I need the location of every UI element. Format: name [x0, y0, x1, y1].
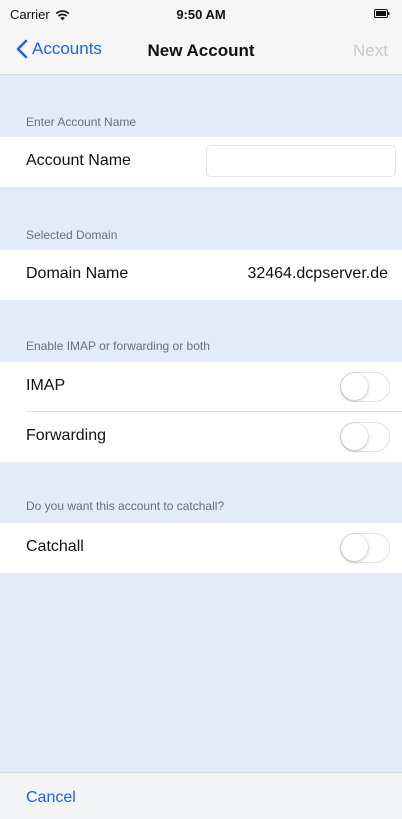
account-name-input[interactable] — [206, 145, 396, 177]
account-name-label: Account Name — [26, 152, 131, 169]
account-name-row: Account Name — [0, 137, 402, 187]
imap-row: IMAP — [0, 362, 402, 412]
status-time: 9:50 AM — [176, 7, 226, 22]
catchall-label: Catchall — [26, 538, 84, 555]
forwarding-row: Forwarding — [0, 412, 402, 462]
domain-name-label: Domain Name — [26, 265, 129, 282]
domain-name-row: Domain Name 32464.dcpserver.de — [0, 250, 402, 300]
status-bar: Carrier 9:50 AM — [0, 0, 402, 28]
section-header-imap-forwarding: Enable IMAP or forwarding or both — [26, 339, 210, 353]
domain-name-value: 32464.dcpserver.de — [247, 265, 388, 282]
section-header-catchall: Do you want this account to catchall? — [26, 499, 225, 513]
forwarding-toggle-knob — [341, 423, 368, 450]
catchall-toggle-knob — [341, 534, 368, 561]
page-title: New Account — [147, 41, 255, 60]
section-header-domain: Selected Domain — [26, 228, 118, 242]
imap-toggle-knob — [341, 373, 368, 400]
navigation-bar: Accounts New Account Next — [0, 28, 402, 75]
section-header-account: Enter Account Name — [26, 115, 137, 129]
cancel-button[interactable]: Cancel — [26, 789, 76, 807]
catchall-toggle[interactable] — [340, 533, 390, 563]
forwarding-label: Forwarding — [26, 427, 107, 444]
catchall-row: Catchall — [0, 523, 402, 573]
battery-icon — [374, 9, 390, 18]
bottom-toolbar: Cancel — [0, 772, 402, 819]
next-button[interactable]: Next — [353, 41, 388, 61]
forwarding-toggle[interactable] — [340, 422, 390, 452]
imap-toggle[interactable] — [340, 372, 390, 402]
imap-label: IMAP — [26, 377, 66, 394]
